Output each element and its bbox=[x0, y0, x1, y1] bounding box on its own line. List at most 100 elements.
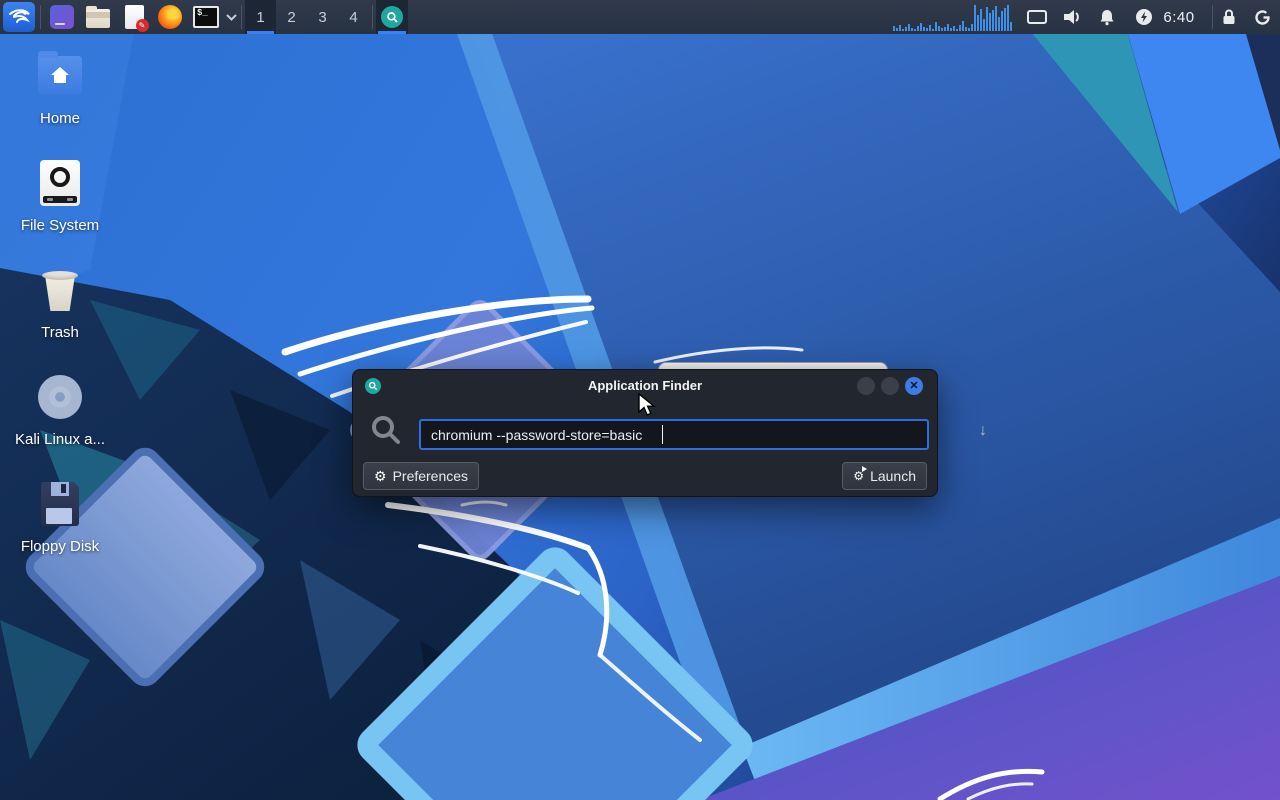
workspace-3[interactable]: 3 bbox=[307, 0, 338, 34]
cpu-graph-bar bbox=[911, 28, 913, 31]
cpu-graph-bar bbox=[1001, 11, 1003, 31]
cpu-graph-bar bbox=[989, 13, 991, 31]
cpu-graph-bar bbox=[938, 26, 940, 31]
floppy-disk-icon bbox=[36, 480, 84, 528]
desktop-icon-label: Trash bbox=[12, 324, 108, 341]
file-manager-launcher[interactable] bbox=[82, 2, 114, 32]
cpu-graph-bar bbox=[998, 17, 1000, 31]
desktop-icon-label: Home bbox=[12, 110, 108, 127]
cpu-graph-bar bbox=[959, 25, 961, 31]
cpu-graph-bar bbox=[920, 23, 922, 31]
folder-icon bbox=[86, 9, 110, 28]
cpu-graph-bar bbox=[893, 26, 895, 31]
firefox-launcher[interactable] bbox=[154, 2, 186, 32]
dropdown-arrow-icon[interactable]: ↓ bbox=[973, 422, 993, 440]
clock[interactable]: 6:40 bbox=[1156, 0, 1202, 34]
cpu-graph-bar bbox=[983, 19, 985, 31]
document-edit-icon: ✎ bbox=[125, 5, 144, 29]
preferences-label: Preferences bbox=[393, 468, 468, 484]
workspace-1[interactable]: 1 bbox=[245, 0, 276, 34]
cpu-graph-bar bbox=[986, 7, 988, 31]
cpu-graph-bar bbox=[965, 27, 967, 31]
cpu-graph-bar bbox=[929, 25, 931, 31]
kali-desktop: Home File System Trash Kali Linux a... bbox=[0, 0, 1280, 800]
cpu-graph-bar bbox=[962, 21, 964, 31]
magnifier-badge-icon bbox=[381, 6, 403, 28]
panel-separator bbox=[241, 5, 242, 29]
cpu-graph-bar bbox=[923, 27, 925, 31]
notifications-bell-icon[interactable] bbox=[1094, 0, 1120, 34]
terminal-launcher[interactable]: $_ bbox=[190, 2, 222, 32]
power-manager-icon[interactable] bbox=[1131, 0, 1157, 34]
terminal-icon: $_ bbox=[193, 6, 219, 28]
application-finder-window: Application Finder ✕ ↓ ⚙ Preferences ⚙ L… bbox=[352, 369, 938, 497]
cpu-graph-bar bbox=[992, 10, 994, 31]
window-title: Application Finder bbox=[353, 378, 937, 393]
text-caret bbox=[662, 425, 663, 444]
cpu-graph-bar bbox=[953, 26, 955, 31]
edit-badge-icon: ✎ bbox=[136, 19, 149, 32]
cpu-graph-bar bbox=[926, 28, 928, 31]
cpu-graph-bar bbox=[902, 29, 904, 31]
cpu-graph-bar bbox=[947, 24, 949, 31]
cpu-graph-bar bbox=[1007, 5, 1009, 31]
panel-separator bbox=[1212, 5, 1213, 29]
cpu-graph-bar bbox=[905, 27, 907, 31]
cpu-graph-bar bbox=[977, 15, 979, 31]
hard-drive-icon bbox=[36, 159, 84, 207]
cpu-graph-bar bbox=[974, 5, 976, 31]
launcher-chevron-down-icon[interactable] bbox=[224, 2, 238, 32]
workspace-4[interactable]: 4 bbox=[338, 0, 369, 34]
home-folder-icon bbox=[36, 52, 84, 100]
desktop-icon-trash[interactable]: Trash bbox=[12, 266, 108, 341]
dashboard-launcher[interactable] bbox=[46, 2, 78, 32]
kali-dragon-icon bbox=[6, 4, 32, 30]
workspace-2[interactable]: 2 bbox=[276, 0, 307, 34]
desktop-icon-label: Floppy Disk bbox=[12, 538, 108, 555]
preferences-button[interactable]: ⚙ Preferences bbox=[363, 462, 479, 490]
close-button[interactable]: ✕ bbox=[905, 377, 923, 395]
panel-separator bbox=[372, 5, 373, 29]
cpu-graph-bar bbox=[1004, 8, 1006, 31]
search-icon bbox=[370, 414, 404, 448]
cpu-graph-bar bbox=[896, 28, 898, 31]
cpu-graph-bar bbox=[995, 6, 997, 31]
maximize-button[interactable] bbox=[881, 377, 899, 395]
minimize-button[interactable] bbox=[857, 377, 875, 395]
launch-arrow-icon bbox=[862, 466, 867, 472]
lock-screen-icon[interactable] bbox=[1216, 0, 1242, 34]
cpu-graph-bar bbox=[968, 28, 970, 31]
cpu-graph-bar bbox=[980, 9, 982, 31]
cpu-graph-bar bbox=[950, 28, 952, 31]
cpu-graph-bar bbox=[917, 26, 919, 31]
desktop-icon-floppy[interactable]: Floppy Disk bbox=[12, 480, 108, 555]
desktop-icon-label: File System bbox=[12, 217, 108, 234]
top-panel: ✎ $_ 1 2 3 4 bbox=[0, 0, 1280, 34]
cpu-graph-bar bbox=[1010, 22, 1012, 31]
cpu-graph-bar bbox=[899, 25, 901, 31]
whisker-menu-button[interactable] bbox=[3, 2, 35, 32]
cpu-graph-bar bbox=[971, 24, 973, 31]
logout-session-icon[interactable] bbox=[1248, 0, 1276, 34]
desktop-icon-filesystem[interactable]: File System bbox=[12, 159, 108, 234]
cpu-graph-bar bbox=[914, 29, 916, 31]
command-input[interactable] bbox=[419, 419, 929, 450]
volume-icon[interactable] bbox=[1059, 0, 1085, 34]
launch-button[interactable]: ⚙ Launch bbox=[842, 462, 927, 490]
cpu-graph-bar bbox=[944, 27, 946, 31]
mouse-cursor bbox=[636, 393, 658, 419]
taskbar-appfinder-button[interactable] bbox=[376, 0, 408, 34]
cpu-graph-bar bbox=[941, 28, 943, 31]
desktop-icon-home[interactable]: Home bbox=[12, 52, 108, 127]
text-editor-launcher[interactable]: ✎ bbox=[118, 2, 150, 32]
cpu-graph[interactable] bbox=[893, 4, 1014, 31]
trash-bin-icon bbox=[36, 266, 84, 314]
cpu-graph-bar bbox=[956, 29, 958, 31]
firefox-icon bbox=[158, 5, 182, 29]
cpu-graph-bar bbox=[935, 22, 937, 31]
desktop-icon-label: Kali Linux a... bbox=[12, 431, 108, 448]
gear-icon: ⚙ bbox=[374, 469, 387, 483]
display-tray-icon[interactable] bbox=[1023, 0, 1051, 34]
purple-window-icon bbox=[50, 5, 74, 29]
desktop-icon-kali-disc[interactable]: Kali Linux a... bbox=[12, 373, 108, 448]
